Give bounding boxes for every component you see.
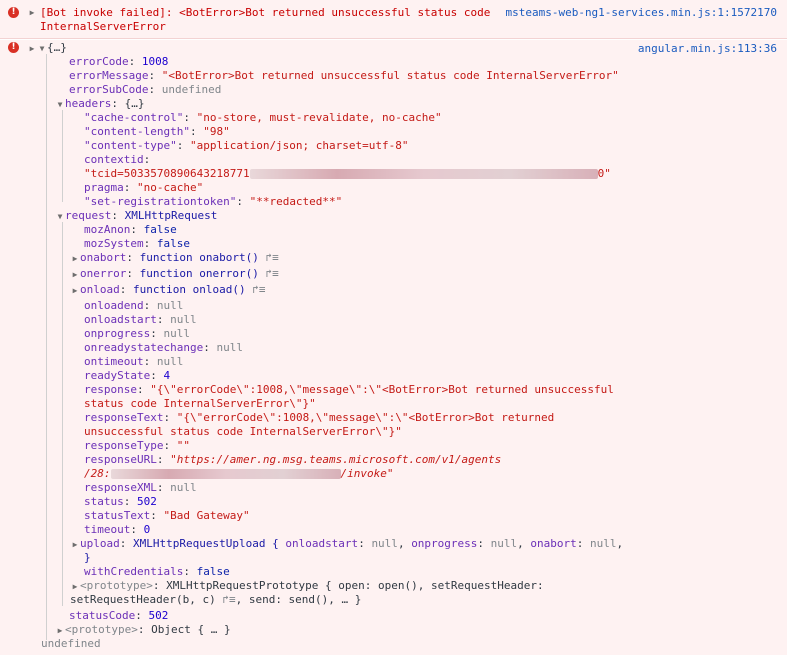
prop-object-prototype[interactable]: ▶ <prototype>: Object { … } [55, 623, 231, 638]
collapse-triangle-icon[interactable]: ▼ [55, 210, 65, 224]
prop-contextid-value: "tcid=5033570890643218771 0" [84, 167, 611, 180]
prop-status: status: 502 [84, 495, 157, 508]
prop-upload-close: } [84, 551, 91, 564]
prop-headers[interactable]: ▼ headers: {…} [55, 97, 145, 112]
prop-onprogress: onprogress: null [84, 327, 190, 340]
prop-readyState: readyState: 4 [84, 369, 171, 382]
jump-to-definition-icon[interactable]: ↱≡ [252, 283, 265, 296]
expand-triangle-icon[interactable]: ▶ [27, 6, 37, 20]
return-value-undefined: undefined [41, 637, 101, 650]
error-icon: ! [8, 42, 19, 53]
prop-onreadystatechange: onreadystatechange: null [84, 341, 243, 354]
expand-triangle-icon[interactable]: ▶ [70, 580, 80, 594]
prop-responseText: responseText: "{\"errorCode\":1008,\"mes… [84, 411, 555, 424]
error-text-line2: InternalServerError [40, 20, 166, 33]
collapse-triangle-icon[interactable]: ▼ [55, 98, 65, 112]
error-icon: ! [8, 7, 19, 18]
prop-mozAnon: mozAnon: false [84, 223, 177, 236]
prop-onabort[interactable]: ▶ onabort: function onabort() ↱≡ [70, 251, 279, 266]
prop-onloadstart: onloadstart: null [84, 313, 197, 326]
redacted-blur [110, 469, 341, 479]
object-summary-row[interactable]: ▶ ▼ {…} [27, 41, 67, 56]
jump-to-definition-icon[interactable]: ↱≡ [265, 267, 278, 280]
prop-onloadend: onloadend: null [84, 299, 184, 312]
prop-errorCode: errorCode: 1008 [69, 55, 169, 68]
expand-triangle-icon[interactable]: ▶ [70, 284, 80, 298]
tree-guide-line [62, 222, 63, 606]
console-message-bot-invoke-failed: ! ▶ [Bot invoke failed]: <BotError>Bot r… [0, 0, 787, 39]
prop-onerror[interactable]: ▶ onerror: function onerror() ↱≡ [70, 267, 279, 282]
prop-cache-control: "cache-control": "no-store, must-revalid… [84, 111, 442, 124]
prop-request-prototype[interactable]: ▶ <prototype>: XMLHttpRequestPrototype { … [70, 579, 544, 594]
source-link-angular[interactable]: angular.min.js:113:36 [638, 42, 777, 56]
tree-guide-line [62, 110, 63, 202]
prop-content-type: "content-type": "application/json; chars… [84, 139, 409, 152]
expand-triangle-icon[interactable]: ▶ [55, 624, 65, 638]
prop-upload[interactable]: ▶ upload: XMLHttpRequestUpload { onloadst… [70, 537, 624, 552]
prop-pragma: pragma: "no-cache" [84, 181, 204, 194]
collapse-triangle-icon[interactable]: ▼ [37, 42, 47, 56]
prop-set-registrationtoken: "set-registrationtoken": "**redacted**" [84, 195, 343, 208]
jump-to-definition-icon[interactable]: ↱≡ [265, 251, 278, 264]
prop-responseURL-cont: /28:/invoke" [84, 467, 394, 480]
expand-triangle-icon[interactable]: ▶ [70, 268, 80, 282]
expand-triangle-icon[interactable]: ▶ [27, 42, 37, 56]
prop-errorMessage: errorMessage: "<BotError>Bot returned un… [69, 69, 619, 82]
source-link-msteams[interactable]: msteams-web-ng1-services.min.js:1:157217… [505, 6, 777, 20]
prop-request-prototype-cont: setRequestHeader(b, c) ↱≡, send: send(),… [70, 593, 362, 606]
expand-triangle-icon[interactable]: ▶ [70, 252, 80, 266]
prop-response-cont: status code InternalServerError\"}" [84, 397, 316, 410]
prop-mozSystem: mozSystem: false [84, 237, 190, 250]
prop-responseXML: responseXML: null [84, 481, 197, 494]
tree-guide-line [46, 54, 47, 640]
prop-withCredentials: withCredentials: false [84, 565, 230, 578]
prop-onload[interactable]: ▶ onload: function onload() ↱≡ [70, 283, 266, 298]
prop-ontimeout: ontimeout: null [84, 355, 184, 368]
prop-statusText: statusText: "Bad Gateway" [84, 509, 250, 522]
expand-triangle-icon[interactable]: ▶ [70, 538, 80, 552]
prop-errorSubCode: errorSubCode: undefined [69, 83, 222, 96]
prop-request[interactable]: ▼ request: XMLHttpRequest [55, 209, 218, 224]
redacted-blur [249, 169, 598, 179]
prop-timeout: timeout: 0 [84, 523, 151, 536]
prop-response: response: "{\"errorCode\":1008,\"message… [84, 383, 614, 396]
prop-content-length: "content-length": "98" [84, 125, 230, 138]
jump-to-definition-icon[interactable]: ↱≡ [222, 593, 235, 606]
prop-statusCode: statusCode: 502 [69, 609, 169, 622]
prop-contextid: contextid: [84, 153, 151, 166]
console-message-object: ! angular.min.js:113:36 ▶ ▼ {…} errorCode:… [0, 40, 787, 655]
prop-responseURL: responseURL: "https://amer.ng.msg.teams.… [84, 453, 502, 466]
prop-responseType: responseType: "" [84, 439, 190, 452]
prop-responseText-cont: unsuccessful status code InternalServerE… [84, 425, 402, 438]
